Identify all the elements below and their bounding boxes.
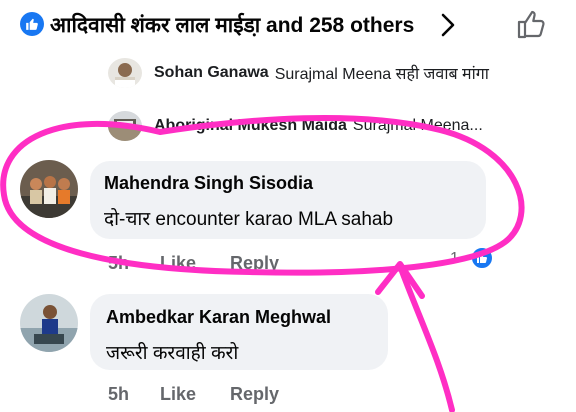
reactions-summary[interactable]: आदिवासी शंकर लाल माईडा़ and 258 others — [50, 11, 414, 39]
avatar[interactable] — [108, 58, 142, 88]
like-action[interactable]: Like — [160, 253, 196, 274]
thumbs-up-icon[interactable] — [470, 246, 494, 270]
comment-text: दो-चार encounter karao MLA sahab — [104, 209, 394, 230]
reply-text: Surajmal Meena... — [352, 117, 483, 134]
comment-timestamp[interactable]: 5h — [108, 384, 129, 405]
comment-author-name[interactable]: Ambedkar Karan Meghwal — [106, 307, 331, 328]
chevron-right-icon[interactable] — [440, 11, 456, 44]
comment-actions: 5h Like Reply — [0, 384, 576, 406]
thumbs-up-icon — [20, 12, 44, 36]
reply-preview-item[interactable]: Sohan Ganawa Surajmal Meena सही जवाब मां… — [108, 58, 489, 88]
avatar[interactable] — [108, 111, 142, 141]
reply-action[interactable]: Reply — [230, 384, 279, 405]
avatar[interactable] — [20, 160, 78, 218]
reply-author-name[interactable]: Sohan Ganawa — [154, 64, 269, 82]
avatar[interactable] — [20, 294, 78, 352]
reaction-count[interactable]: 1 — [450, 250, 459, 268]
reply-author-name[interactable]: Aboriginal Mukesh Maida — [154, 117, 347, 135]
like-outline-icon[interactable] — [516, 8, 548, 45]
comment-timestamp[interactable]: 5h — [108, 253, 129, 274]
comment-author-name[interactable]: Mahendra Singh Sisodia — [104, 173, 313, 194]
comment-text: जरूरी करवाही करो — [106, 343, 239, 364]
reply-text: Surajmal Meena सही जवाब मांगा — [274, 66, 489, 83]
reply-action[interactable]: Reply — [230, 253, 279, 274]
reply-preview-item[interactable]: Aboriginal Mukesh Maida Surajmal Meena..… — [108, 111, 483, 141]
like-action[interactable]: Like — [160, 384, 196, 405]
reactions-bar[interactable]: आदिवासी शंकर लाल माईडा़ and 258 others — [0, 0, 576, 52]
